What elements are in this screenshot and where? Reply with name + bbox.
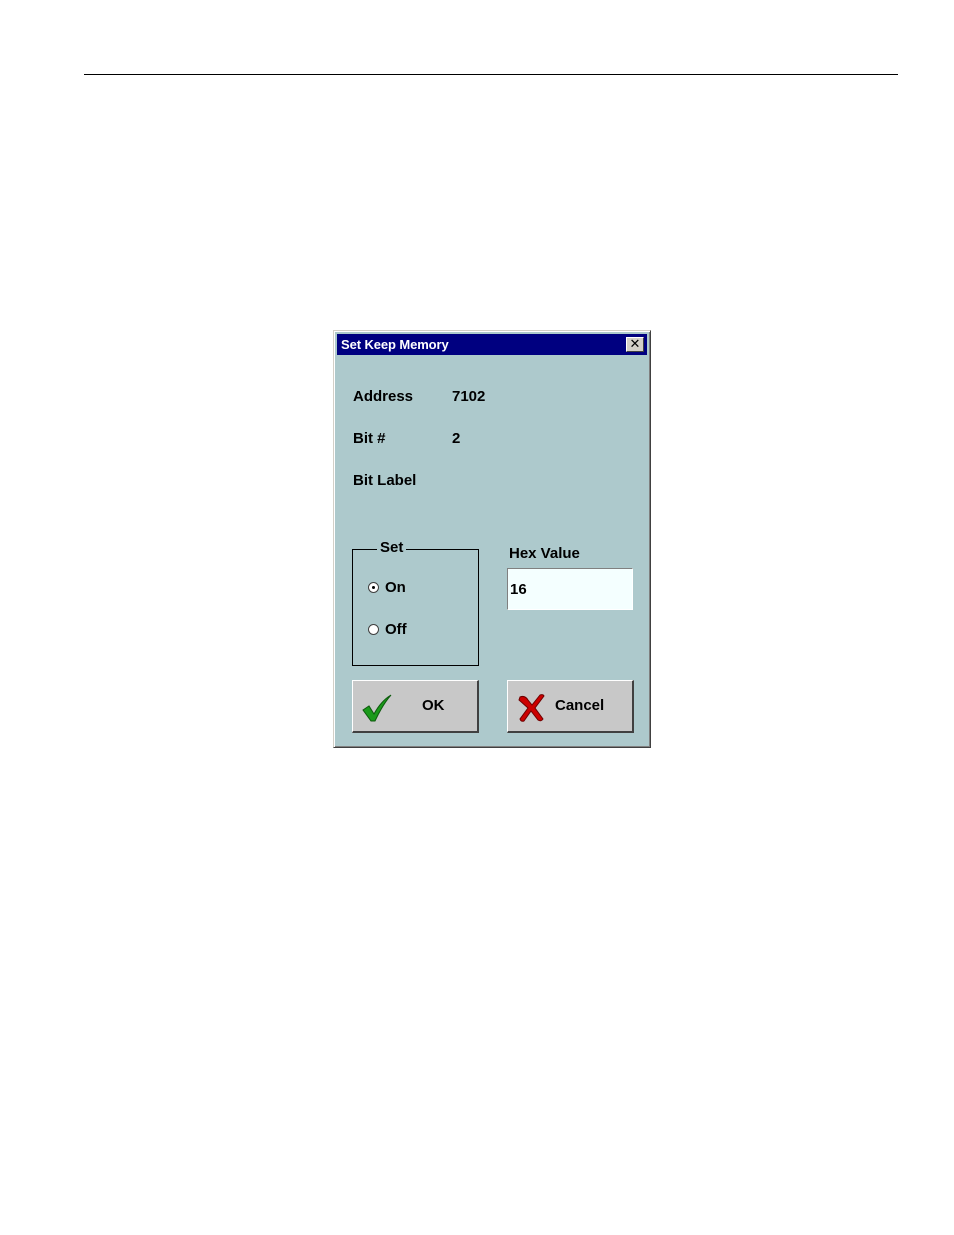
hex-value-input[interactable] — [507, 568, 633, 610]
checkmark-icon — [362, 694, 392, 722]
radio-off-label: Off — [385, 621, 407, 638]
address-label: Address — [353, 388, 414, 405]
radio-on-label: On — [385, 579, 406, 596]
close-icon: ✕ — [629, 336, 641, 351]
dialog-title: Set Keep Memory — [341, 337, 449, 352]
bit-number-value: 2 — [452, 430, 461, 447]
set-groupbox: Set On Off — [352, 539, 479, 666]
x-mark-icon — [518, 694, 545, 722]
bit-label-label: Bit Label — [353, 472, 417, 489]
ok-button[interactable]: OK — [352, 680, 479, 733]
page-top-rule — [84, 74, 898, 75]
radio-off[interactable]: Off — [368, 621, 407, 638]
ok-label: OK — [422, 697, 445, 714]
set-group-legend: Set — [377, 539, 407, 556]
address-value: 7102 — [452, 388, 486, 405]
bit-number-label: Bit # — [353, 430, 386, 447]
cancel-button[interactable]: Cancel — [507, 680, 634, 733]
radio-on-indicator[interactable] — [368, 582, 379, 593]
radio-off-indicator[interactable] — [368, 624, 379, 635]
title-bar[interactable]: Set Keep Memory ✕ — [337, 334, 647, 355]
cancel-label: Cancel — [555, 697, 605, 714]
radio-on[interactable]: On — [368, 579, 406, 596]
hex-value-label: Hex Value — [509, 545, 580, 562]
close-button[interactable]: ✕ — [626, 337, 644, 352]
set-keep-memory-dialog: Set Keep Memory ✕ Address 7102 Bit # 2 B… — [333, 330, 651, 748]
